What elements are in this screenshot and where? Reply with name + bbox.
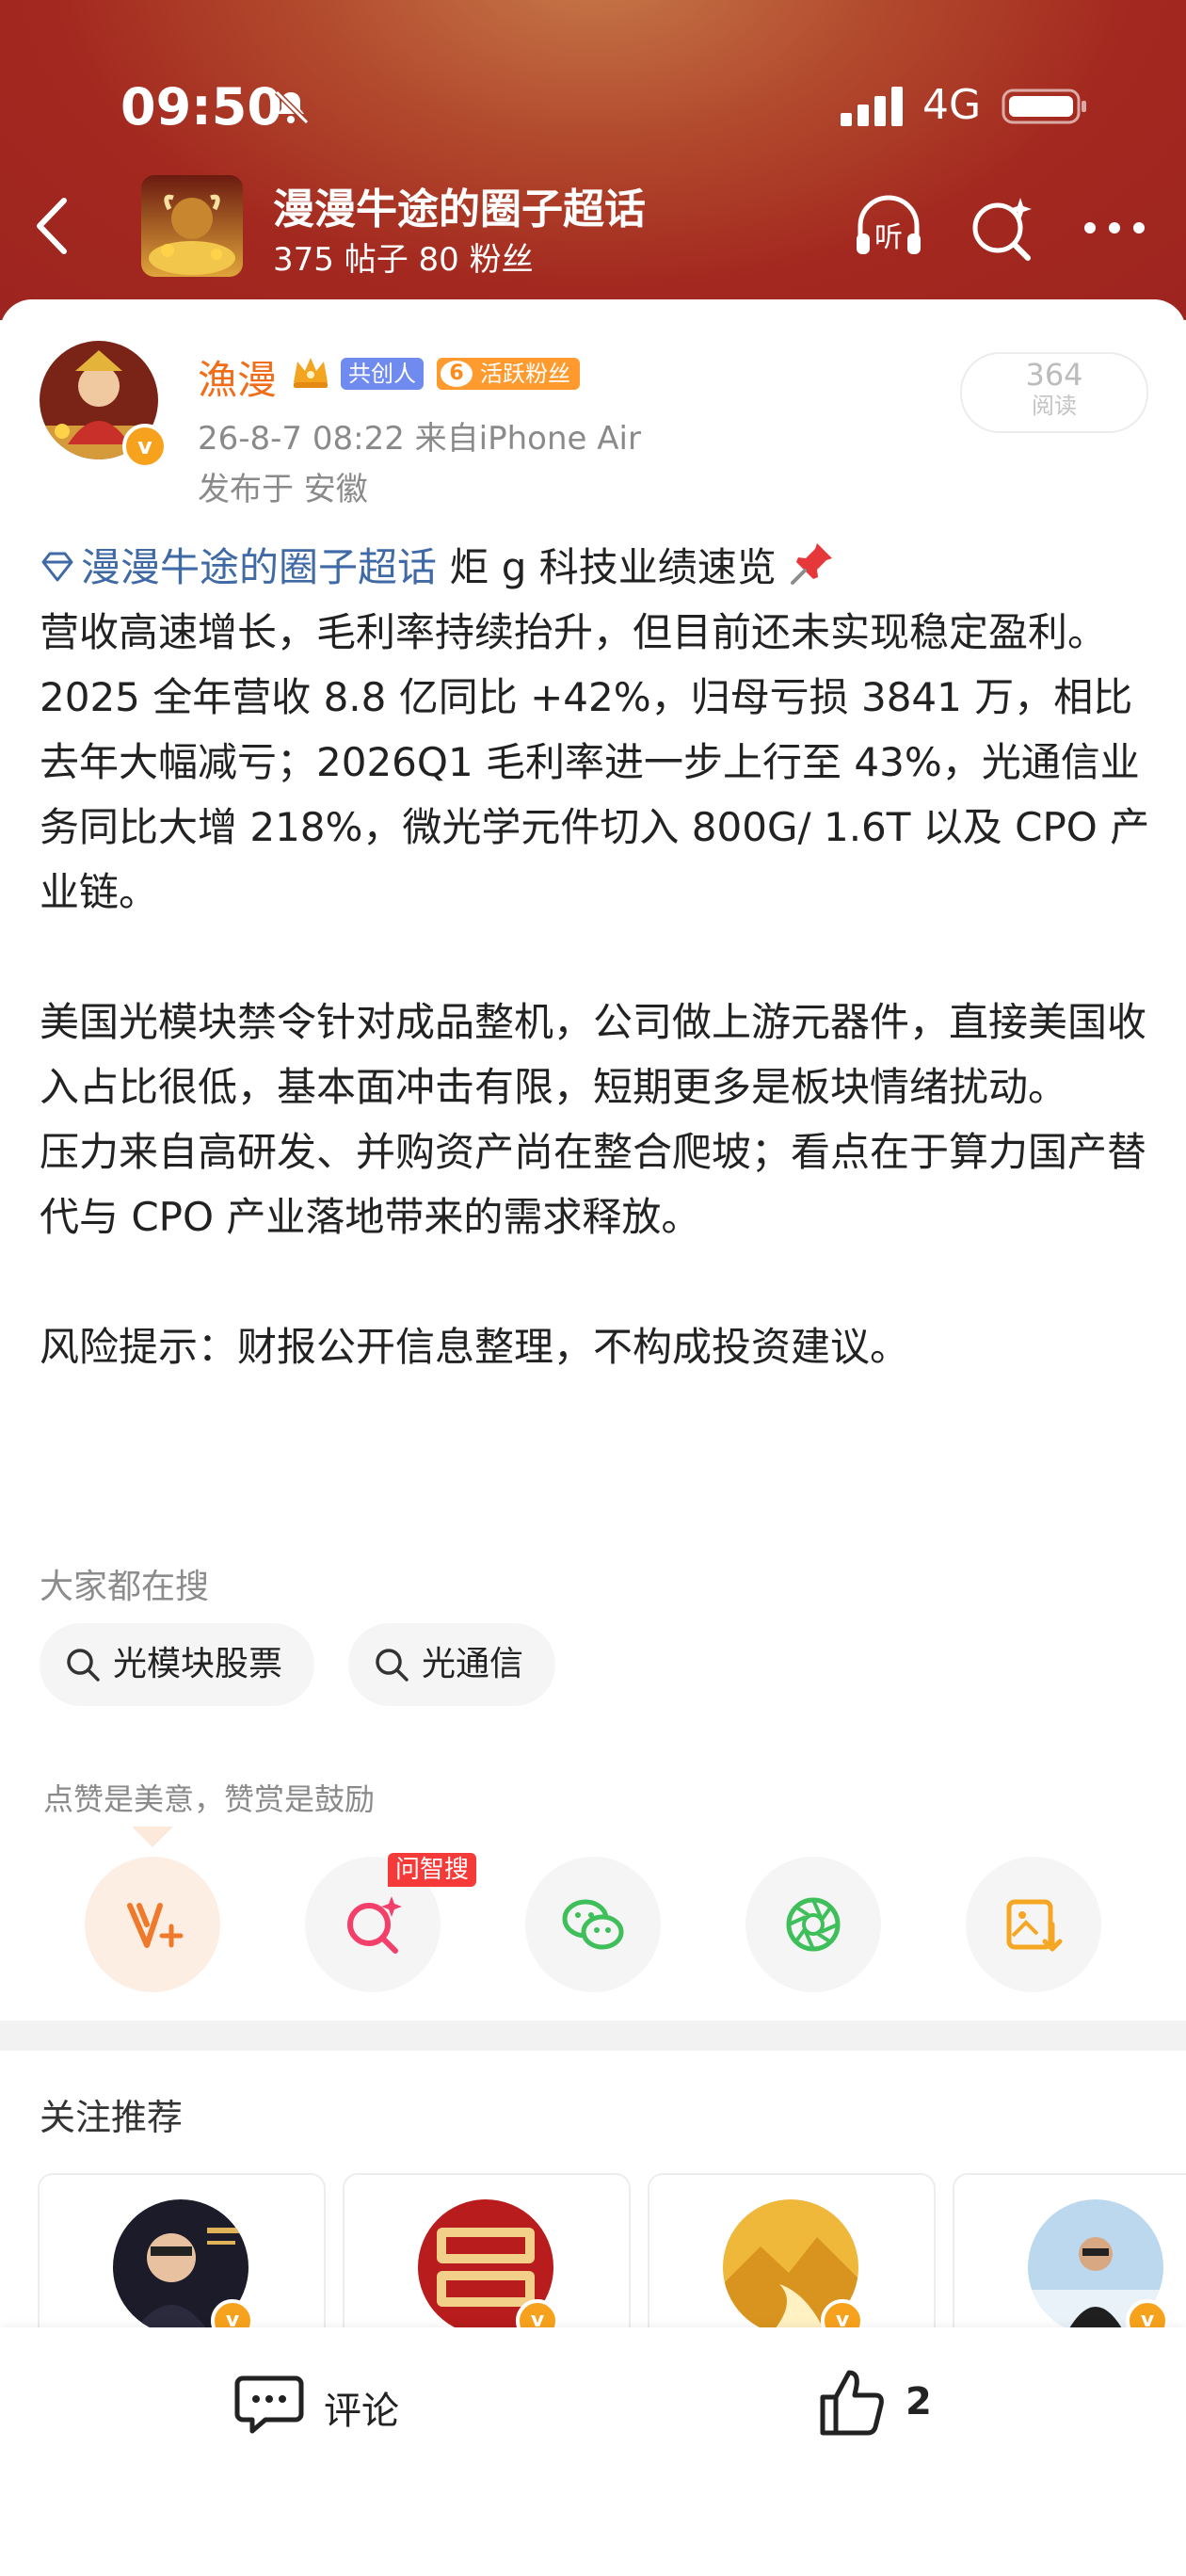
moments-icon [786, 1897, 841, 1952]
status-time: 09:50 [120, 77, 282, 137]
back-icon[interactable] [28, 193, 75, 259]
search-sparkle-icon[interactable] [964, 190, 1039, 266]
wenzhisou-tag: 问智搜 [388, 1853, 477, 1887]
active-fan-badge: 6 活跃粉丝 [437, 358, 580, 390]
topic-link[interactable]: 漫漫牛途的圈子超话 [40, 544, 437, 590]
post-paragraph: 美国光模块禁令针对成品整机，公司做上游元器件，直接美国收入占比很低，基本面冲击有… [40, 999, 1147, 1110]
reward-caption: 点赞是美意，赞赏是鼓励 [43, 1781, 376, 1817]
post-body: 漫漫牛途的圈子超话 炬 g 科技业绩速览 营收高速增长，毛利率持续抬升，但目前还… [40, 535, 1150, 1379]
author-name[interactable]: 漁漫 [198, 348, 277, 406]
trending-search-heading: 大家都在搜 [40, 1568, 210, 1606]
wechat-icon [562, 1899, 624, 1950]
bell-off-icon [274, 89, 310, 125]
search-chip-label: 光通信 [422, 1645, 524, 1683]
caption-pointer [132, 1827, 173, 1847]
post-paragraph: 压力来自高研发、并购资产尚在整合爬坡；看点在于算力国产替代与 CPO 产业落地带… [40, 1129, 1147, 1240]
verified-badge: v [122, 424, 168, 469]
follow-recommend-title: 关注推荐 [40, 2097, 184, 2138]
network-type: 4G [922, 81, 982, 129]
topic-link-text: 漫漫牛途的圈子超话 [81, 544, 438, 590]
comment-button[interactable]: 评论 [324, 2380, 399, 2435]
search-icon [376, 1649, 409, 1682]
moments-share-button[interactable] [745, 1857, 881, 1992]
post-meta: 26-8-7 08:22 来自iPhone Air [198, 420, 641, 458]
save-image-icon [1006, 1899, 1063, 1952]
topic-title[interactable]: 漫漫牛途的圈子超话 [273, 175, 646, 235]
active-fan-label: 活跃粉丝 [480, 361, 570, 387]
topic-thumbnail[interactable] [141, 175, 243, 277]
fan-level: 6 [441, 361, 473, 387]
post-location: 发布于 安徽 [198, 471, 368, 508]
search-icon [67, 1649, 100, 1682]
search-chip-label: 光模块股票 [113, 1645, 283, 1683]
diamond-icon [41, 552, 73, 582]
reward-button[interactable] [85, 1857, 220, 1992]
like-thumb-icon[interactable] [813, 2365, 889, 2440]
topic-stats: 375 帖子 80 粉丝 [273, 241, 534, 279]
reward-v-icon [127, 1903, 184, 1948]
wenzhisou-icon [347, 1896, 402, 1954]
more-icon[interactable] [1077, 190, 1152, 266]
post-title: 炬 g 科技业绩速览 [437, 544, 777, 590]
comment-icon[interactable] [232, 2365, 307, 2440]
search-chip[interactable]: 光通信 [348, 1623, 556, 1706]
post-paragraph: 2025 全年营收 8.8 亿同比 +42%，归母亏损 3841 万，相比去年大… [40, 674, 1150, 915]
listen-glyph: 听 [874, 221, 903, 254]
crown-icon [294, 358, 328, 388]
wechat-share-button[interactable] [525, 1857, 661, 1992]
cocreator-badge: 共创人 [341, 358, 424, 390]
read-count: 364 [1025, 357, 1083, 393]
like-count[interactable]: 2 [906, 2380, 932, 2423]
battery-icon [1002, 89, 1086, 124]
search-chip[interactable]: 光模块股票 [40, 1623, 315, 1706]
section-divider [0, 2021, 1186, 2051]
post-paragraph: 营收高速增长，毛利率持续抬升，但目前还未实现稳定盈利。 [40, 609, 1108, 655]
read-label: 阅读 [1032, 393, 1077, 419]
save-image-button[interactable] [966, 1857, 1101, 1992]
signal-icon [841, 87, 903, 126]
post-paragraph: 风险提示：财报公开信息整理，不构成投资建议。 [40, 1324, 910, 1370]
bottom-action-bar [0, 2327, 1186, 2576]
read-count-box: 364 阅读 [960, 352, 1148, 433]
pushpin-icon [791, 543, 833, 585]
listen-icon[interactable]: 听 [851, 190, 926, 266]
